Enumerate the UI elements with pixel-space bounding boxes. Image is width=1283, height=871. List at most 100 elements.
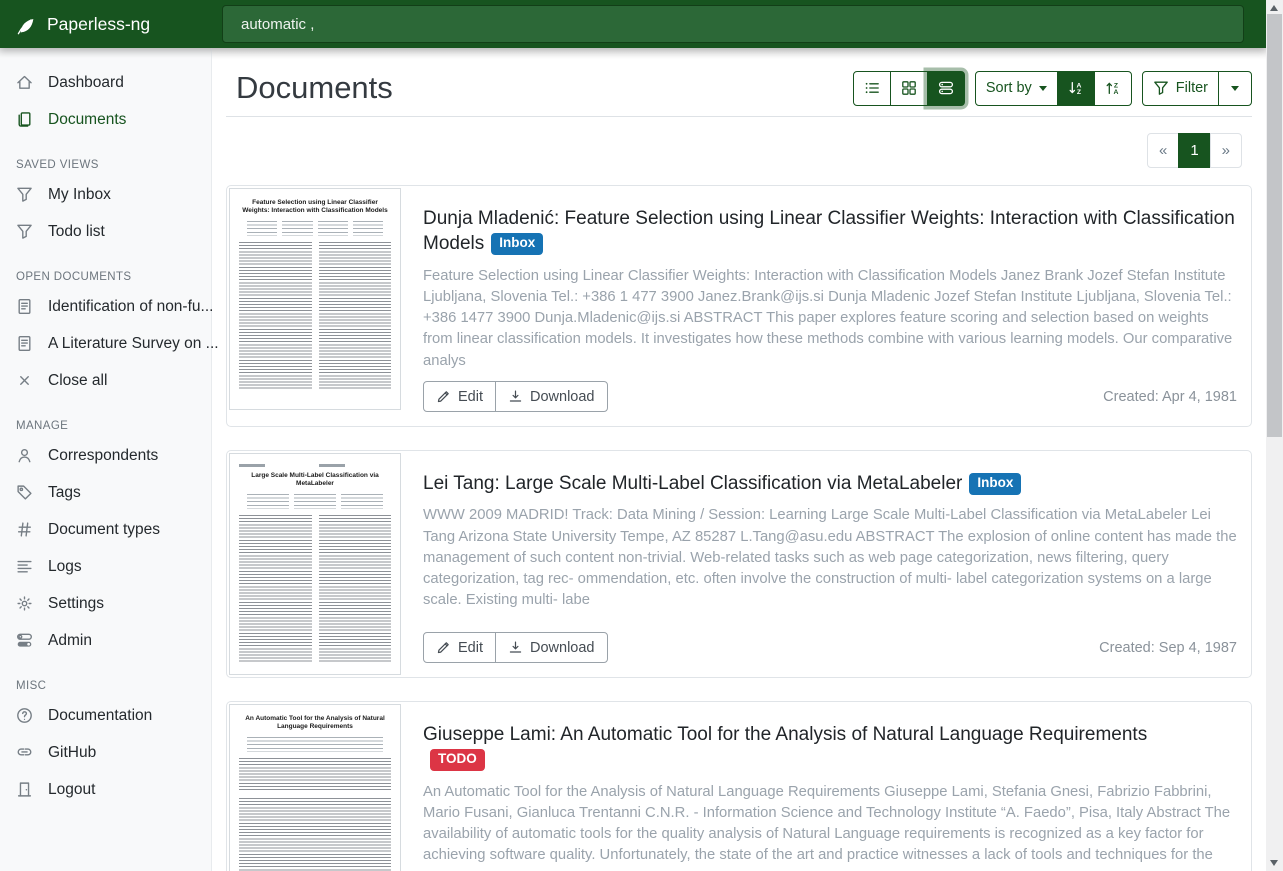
sidebar-item-open-doc-1[interactable]: Identification of non-fu... — [0, 288, 211, 325]
sidebar-item-todo-list[interactable]: Todo list — [0, 213, 211, 250]
document-card-footer: Edit Download Created: Sep 4, 1987 — [423, 632, 1237, 663]
sort-by-dropdown[interactable]: Sort by — [975, 71, 1058, 106]
top-navbar: Paperless-ng — [0, 0, 1266, 48]
funnel-icon — [1153, 80, 1169, 96]
text-left-icon — [16, 558, 33, 575]
window-scrollbar[interactable] — [1266, 0, 1283, 871]
thumbnail-authors — [247, 221, 383, 236]
pagination-next-button[interactable]: » — [1210, 133, 1242, 168]
svg-text:Z: Z — [1077, 89, 1081, 96]
download-icon — [508, 389, 523, 404]
filter-button[interactable]: Filter — [1142, 71, 1219, 106]
search-input[interactable] — [222, 5, 1244, 43]
document-card: Large Scale Multi-Label Classification v… — [226, 450, 1252, 678]
funnel-icon — [16, 186, 33, 203]
document-excerpt: WWW 2009 MADRID! Track: Data Mining / Se… — [423, 505, 1237, 623]
filter-label: Filter — [1176, 80, 1208, 96]
brand-home-link[interactable]: Paperless-ng — [0, 13, 212, 36]
document-excerpt: An Automatic Tool for the Analysis of Na… — [423, 782, 1237, 871]
inbox-tag-badge[interactable]: Inbox — [491, 233, 543, 255]
document-title-link[interactable]: Lei Tang: Large Scale Multi-Label Classi… — [423, 471, 1237, 496]
filter-group: Filter — [1142, 71, 1252, 106]
pencil-icon — [436, 640, 451, 655]
sidebar-item-github[interactable]: GitHub — [0, 734, 211, 771]
x-icon — [16, 372, 33, 389]
edit-button[interactable]: Edit — [423, 381, 496, 412]
sort-alpha-up-icon: ZA — [1105, 80, 1121, 96]
sidebar-item-close-all[interactable]: Close all — [0, 362, 211, 399]
sidebar-item-label: Documents — [48, 111, 126, 129]
door-icon — [16, 781, 33, 798]
sidebar-heading-open-documents: OPEN DOCUMENTS — [16, 271, 195, 283]
sidebar-item-open-doc-2[interactable]: A Literature Survey on ... — [0, 325, 211, 362]
document-actions: Edit Download — [423, 632, 608, 663]
document-thumbnail[interactable]: An Automatic Tool for the Analysis of Na… — [229, 704, 401, 871]
scrollbar-down-arrow-icon[interactable] — [1270, 860, 1278, 866]
sidebar: Dashboard Documents SAVED VIEWS My Inbox… — [0, 48, 212, 871]
sidebar-item-tags[interactable]: Tags — [0, 474, 211, 511]
document-thumbnail[interactable]: Feature Selection using Linear Classifie… — [229, 188, 401, 410]
sort-by-label: Sort by — [986, 80, 1032, 96]
files-icon — [16, 111, 33, 128]
sidebar-item-label: A Literature Survey on ... — [48, 335, 219, 353]
sidebar-heading-misc: MISC — [16, 680, 195, 692]
sort-ascending-button[interactable]: AZ — [1057, 71, 1095, 106]
sidebar-item-settings[interactable]: Settings — [0, 585, 211, 622]
main-panel: Documents — [212, 48, 1266, 871]
view-grid-button[interactable] — [890, 71, 928, 106]
download-button[interactable]: Download — [495, 381, 608, 412]
created-date: Created: Apr 4, 1981 — [1103, 389, 1237, 405]
page-title: Documents — [236, 70, 393, 106]
sidebar-item-logout[interactable]: Logout — [0, 771, 211, 808]
thumbnail-header-line — [239, 464, 391, 467]
sidebar-heading-manage: MANAGE — [16, 420, 195, 432]
sidebar-item-my-inbox[interactable]: My Inbox — [0, 176, 211, 213]
sidebar-heading-saved-views: SAVED VIEWS — [16, 159, 195, 171]
todo-tag-badge[interactable]: TODO — [430, 749, 485, 771]
sidebar-item-label: My Inbox — [48, 186, 111, 204]
download-button[interactable]: Download — [495, 632, 608, 663]
document-card-footer: Edit Download Created: Apr 4, 1981 — [423, 381, 1237, 412]
thumbnail-authors — [247, 494, 383, 509]
scrollbar-up-arrow-icon[interactable] — [1270, 5, 1278, 11]
sidebar-item-document-types[interactable]: Document types — [0, 511, 211, 548]
view-details-button[interactable] — [927, 71, 965, 106]
inbox-tag-badge[interactable]: Inbox — [969, 473, 1021, 495]
sort-group: Sort by AZ ZA — [975, 71, 1132, 106]
sidebar-item-documents[interactable]: Documents — [0, 101, 211, 138]
sidebar-item-label: Documentation — [48, 707, 152, 725]
sidebar-item-documentation[interactable]: Documentation — [0, 697, 211, 734]
pagination-page-1-button[interactable]: 1 — [1178, 133, 1210, 168]
paperless-app: Paperless-ng Dashboard Documents SAVED V… — [0, 0, 1283, 871]
document-title-link[interactable]: Dunja Mladenić: Feature Selection using … — [423, 206, 1237, 257]
sidebar-item-label: Admin — [48, 632, 92, 650]
sidebar-item-label: Correspondents — [48, 447, 158, 465]
document-card-body: Lei Tang: Large Scale Multi-Label Classi… — [423, 453, 1249, 675]
person-icon — [16, 447, 33, 464]
sidebar-item-correspondents[interactable]: Correspondents — [0, 437, 211, 474]
document-excerpt: Feature Selection using Linear Classifie… — [423, 266, 1237, 372]
question-circle-icon — [16, 707, 33, 724]
thumbnail-title: An Automatic Tool for the Analysis of Na… — [239, 715, 391, 732]
sidebar-item-label: Dashboard — [48, 74, 124, 92]
sort-descending-button[interactable]: ZA — [1094, 71, 1132, 106]
sidebar-item-logs[interactable]: Logs — [0, 548, 211, 585]
edit-button[interactable]: Edit — [423, 632, 496, 663]
grid-icon — [901, 80, 917, 96]
sidebar-item-admin[interactable]: Admin — [0, 622, 211, 659]
file-text-icon — [16, 298, 33, 315]
thumbnail-title: Large Scale Multi-Label Classification v… — [239, 472, 391, 489]
sidebar-item-label: Identification of non-fu... — [48, 298, 213, 316]
thumbnail-abstract-block — [239, 758, 391, 792]
document-title-link[interactable]: Giuseppe Lami: An Automatic Tool for the… — [423, 722, 1237, 773]
caret-down-icon — [1039, 86, 1047, 91]
thumbnail-text-columns — [239, 798, 391, 871]
view-list-button[interactable] — [853, 71, 891, 106]
sidebar-item-label: Tags — [48, 484, 81, 502]
document-card-body: Giuseppe Lami: An Automatic Tool for the… — [423, 704, 1249, 871]
document-thumbnail[interactable]: Large Scale Multi-Label Classification v… — [229, 453, 401, 675]
pagination-prev-button[interactable]: « — [1147, 133, 1179, 168]
scrollbar-thumb[interactable] — [1267, 14, 1282, 437]
sidebar-item-dashboard[interactable]: Dashboard — [0, 64, 211, 101]
filter-dropdown-button[interactable] — [1218, 71, 1252, 106]
